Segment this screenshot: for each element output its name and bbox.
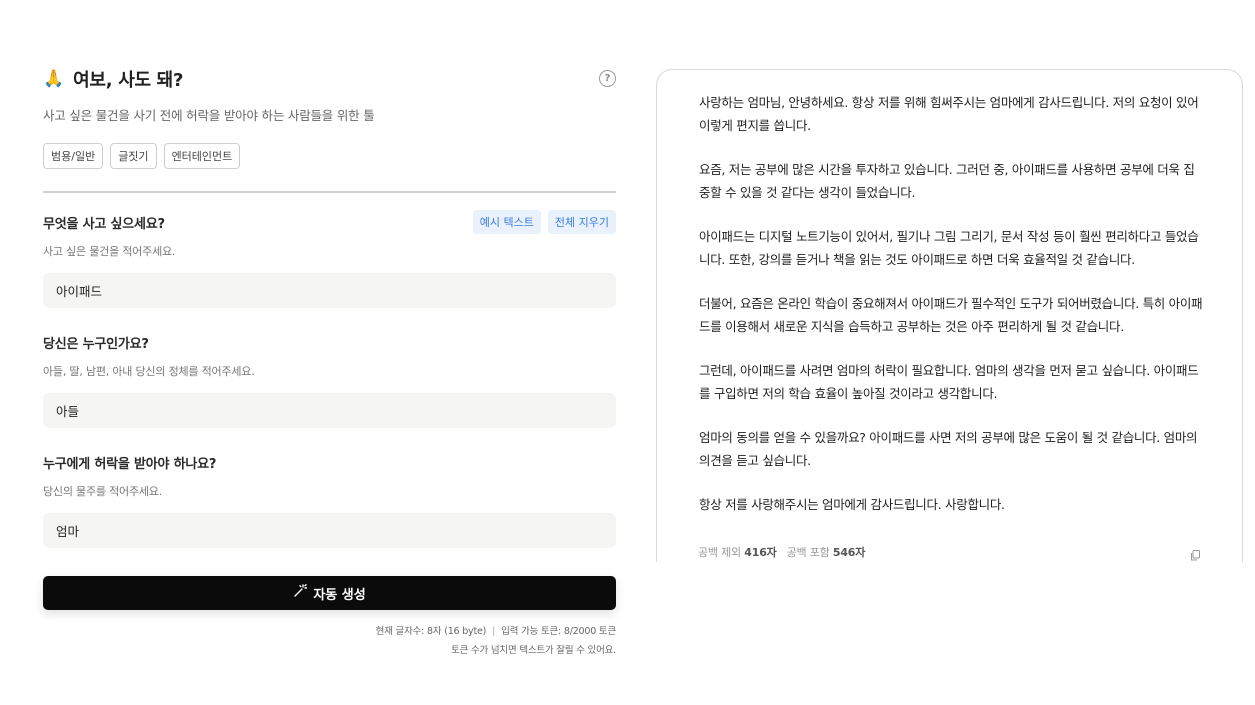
input-panel: 🙏 여보, 사도 돼? ? 사고 싶은 물건을 사기 전에 허락을 받아야 하는…	[43, 62, 616, 548]
page-title: 여보, 사도 돼?	[73, 70, 184, 91]
copy-icon[interactable]	[1190, 546, 1200, 561]
letter-paragraph: 엄마의 동의를 얻을 수 있을까요? 아이패드를 사면 저의 공부에 많은 도움…	[699, 430, 1198, 468]
sample-text-button[interactable]: 예시 텍스트	[472, 210, 541, 234]
letter-paragraph: 아이패드는 디지털 노트기능이 있어서, 필기나 그림 그리기, 문서 작성 등…	[699, 229, 1199, 267]
page-subtitle: 사고 싶은 물건을 사기 전에 허락을 받아야 하는 사람들을 위한 툴	[43, 108, 375, 123]
tag-list: 범용/일반 글짓기 엔터테인먼트	[43, 143, 616, 169]
token-warning: 토큰 수가 넘치면 텍스트가 잘릴 수 있어요.	[451, 645, 616, 656]
letter-paragraph: 항상 저를 사랑해주시는 엄마에게 감사드립니다. 사랑합니다.	[699, 497, 1005, 512]
count-with-space-value: 546자	[832, 546, 866, 559]
approver-hint: 당신의 물주를 적어주세요.	[43, 485, 163, 498]
help-icon[interactable]: ?	[599, 70, 616, 87]
approver-label: 누구에게 허락을 받아야 하나요?	[43, 457, 217, 472]
identity-label: 당신은 누구인가요?	[43, 337, 149, 352]
generate-button-label: 자동 생성	[313, 587, 366, 603]
clear-all-button[interactable]: 전체 지우기	[547, 210, 616, 234]
identity-input[interactable]: 아들	[43, 393, 616, 428]
letter-paragraph: 사랑하는 엄마님, 안녕하세요. 항상 저를 위해 힘써주시는 엄마에게 감사드…	[699, 95, 1199, 133]
letter-paragraph: 더불어, 요즘은 온라인 학습이 중요해져서 아이패드가 필수적인 도구가 되어…	[699, 296, 1203, 334]
generate-button[interactable]: 자동 생성	[43, 576, 616, 610]
item-input[interactable]: 아이패드	[43, 273, 616, 308]
identity-hint: 아들, 딸, 남편, 아내 당신의 정체를 적어주세요.	[43, 365, 255, 378]
count-no-space-value: 416자	[744, 546, 777, 559]
tag: 범용/일반	[43, 143, 104, 169]
approver-input[interactable]: 엄마	[43, 513, 616, 548]
token-info: 입력 가능 토큰: 8/2000 토큰	[501, 626, 616, 637]
magic-wand-icon	[293, 584, 308, 602]
header: 🙏 여보, 사도 돼? ?	[43, 62, 616, 96]
letter-paragraph: 그런데, 아이패드를 사려면 엄마의 허락이 필요합니다. 엄마의 생각을 먼저…	[699, 363, 1199, 401]
char-count: 현재 글자수: 8자 (16 byte)	[375, 626, 487, 637]
item-field: 무엇을 사고 싶으세요? 예시 텍스트 전체 지우기 사고 싶은 물건을 적어주…	[43, 210, 616, 308]
divider	[43, 191, 616, 193]
generated-letter: 사랑하는 엄마님, 안녕하세요. 항상 저를 위해 힘써주시는 엄마에게 감사드…	[699, 92, 1205, 539]
item-hint: 사고 싶은 물건을 적어주세요.	[43, 245, 176, 258]
count-with-space-label: 공백 포함	[786, 546, 830, 559]
output-panel: 사랑하는 엄마님, 안녕하세요. 항상 저를 위해 힘써주시는 엄마에게 감사드…	[656, 69, 1243, 562]
letter-counts: 공백 제외 416자 공백 포함 546자	[698, 544, 865, 560]
field-actions: 예시 텍스트 전체 지우기	[472, 210, 616, 234]
letter-paragraph: 요즘, 저는 공부에 많은 시간을 투자하고 있습니다. 그러던 중, 아이패드…	[699, 162, 1195, 200]
approver-field: 누구에게 허락을 받아야 하나요? 당신의 물주를 적어주세요. 엄마	[43, 453, 616, 548]
count-no-space-label: 공백 제외	[698, 546, 741, 559]
praying-hands-icon: 🙏	[43, 68, 65, 89]
tag: 엔터테인먼트	[163, 143, 241, 169]
identity-field: 당신은 누구인가요? 아들, 딸, 남편, 아내 당신의 정체를 적어주세요. …	[43, 333, 616, 428]
input-stats: 현재 글자수: 8자 (16 byte) | 입력 가능 토큰: 8/2000 토큰	[375, 626, 617, 637]
tag: 글짓기	[110, 143, 157, 169]
